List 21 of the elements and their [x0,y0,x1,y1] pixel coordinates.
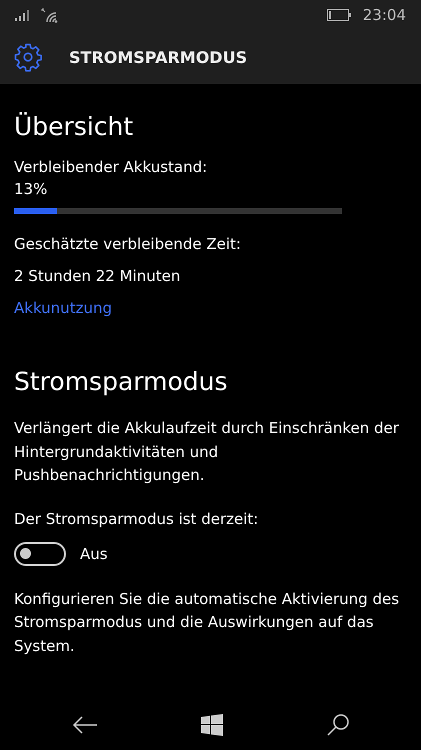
time-value: 2 Stunden 22 Minuten [14,266,182,287]
state-label: Der Stromsparmodus ist derzeit: [14,508,260,530]
battery-percent: 13% [14,179,48,200]
time-label: Geschätzte verbleibende Zeit: [14,234,242,255]
windows-icon[interactable] [200,714,222,736]
section-heading: Stromsparmodus [14,366,228,398]
page-title: STROMSPARMODUS [69,48,248,66]
battery-label: Verbleibender Akkustand: [14,157,208,178]
search-icon[interactable] [326,713,350,737]
settings-icon [13,42,43,72]
status-time: 23:04 [362,6,406,24]
config-text: Konfigurieren Sie die automatische Aktivierung des Stromsparmodus und die Auswirkungen auf das System. [14,588,400,656]
battery-usage-link[interactable]: Akkunutzung [14,297,407,319]
battery-icon [326,9,351,21]
wifi-icon [41,7,59,23]
description-text: Verlängert die Akkulaufzeit durch Einschränken der Hintergrundaktivitäten und Pushbenachrichtigungen. [14,418,400,486]
back-icon[interactable] [72,715,98,735]
section-heading: Übersicht [14,111,134,143]
signal-icon [15,9,31,21]
toggle-label: Aus [80,544,108,564]
toggle-switch[interactable] [14,542,66,566]
